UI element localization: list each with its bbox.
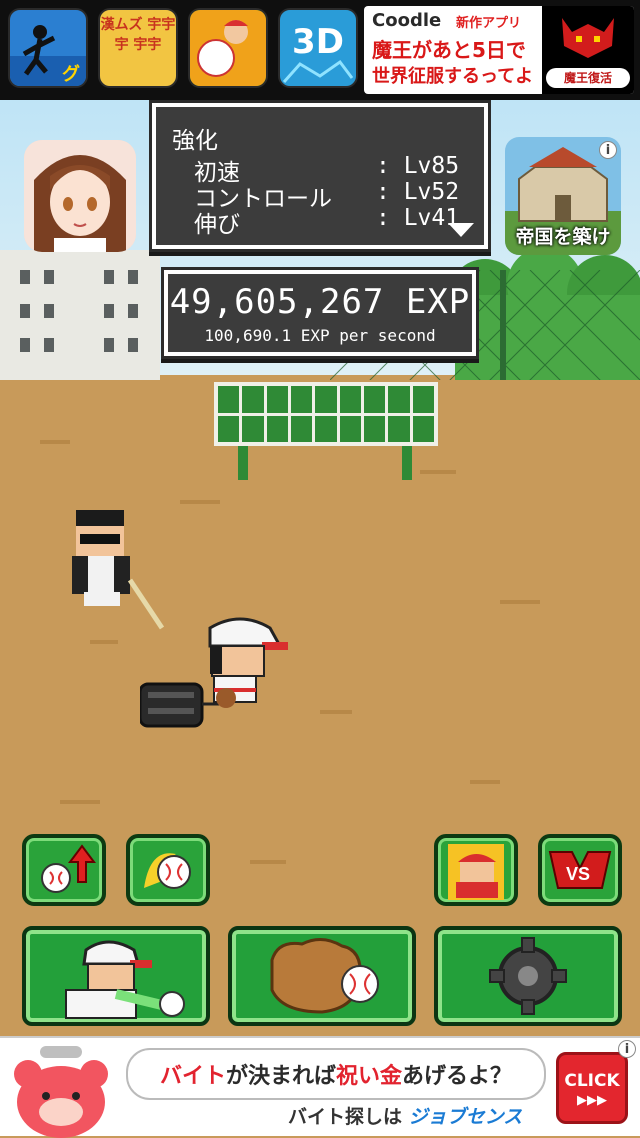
player-face-icon <box>448 844 504 900</box>
skill-level: : Lv85 <box>376 153 460 179</box>
ad-headline-d: あげるよ？ <box>402 1064 513 1089</box>
pitcher-icon <box>65 940 185 1019</box>
skill-level: : Lv41 <box>376 205 460 231</box>
anime-girl-ad[interactable] <box>24 140 136 252</box>
fire-ball-icon <box>144 853 191 889</box>
top-ad-strip: グ 漢ムズ 宇宇宇 宇宇 3D Coodle 新作アプリ 魔王があと5日で 世界… <box>0 0 640 100</box>
ad-headline: バイト が決まれば 祝い金 あげるよ？ <box>126 1048 546 1100</box>
ball-up-arrow-icon <box>41 844 96 893</box>
exp-panel: 49,605,267 EXP 100,690.1 EXP per second <box>164 270 476 356</box>
svg-text:グ: グ <box>62 63 80 85</box>
banner-badge: 魔王復活 <box>546 68 630 88</box>
empire-game-ad[interactable]: i 帝国を築け <box>505 137 621 255</box>
versus-icon: VS <box>548 851 612 889</box>
baseball-player-icon <box>190 10 266 86</box>
glove-ball-icon <box>270 938 379 1014</box>
empire-ad-label: 帝国を築け <box>515 226 611 248</box>
app-icon-2[interactable]: 漢ムズ 宇宇宇 宇宇 <box>98 8 178 88</box>
gear-icon <box>489 937 567 1015</box>
svg-text:VS: VS <box>566 864 590 884</box>
expand-arrow-icon[interactable] <box>448 223 474 237</box>
upgrade-button[interactable] <box>22 834 106 906</box>
app-icon-3[interactable] <box>188 8 268 88</box>
skill-row: 伸び : Lv41 <box>194 205 459 238</box>
pitch-button[interactable] <box>22 926 210 1026</box>
bottom-ad-info-icon[interactable]: i <box>618 1040 636 1058</box>
anime-girl-icon <box>24 140 136 252</box>
ad-headline-b: が決まれば <box>225 1064 336 1089</box>
ad-subline: バイト探しは ジョブセンス <box>288 1102 522 1129</box>
app-icon-2-label: 漢ムズ 宇宇宇 宇宇 <box>100 17 176 53</box>
ad-headline-c: 祝い金 <box>336 1064 403 1089</box>
banner-line1: 魔王があと5日で <box>372 38 526 62</box>
settings-button[interactable] <box>434 926 622 1026</box>
ad-banner[interactable]: Coodle 新作アプリ 魔王があと5日で 世界征服するってよ 魔王復活 <box>364 6 634 94</box>
skill-row: 初速 : Lv85 <box>194 153 459 186</box>
skill-row: コントロール : Lv52 <box>194 179 459 212</box>
ad-click-arrows-icon: ▶▶▶ <box>577 1093 607 1108</box>
bottom-ad[interactable]: バイト が決まれば 祝い金 あげるよ？ バイト探しは ジョブセンス CLICK … <box>0 1036 640 1138</box>
banner-line2: 世界征服するってよ <box>372 66 534 87</box>
skill-name: 伸び <box>194 212 240 238</box>
fire-ball-button[interactable] <box>126 834 210 906</box>
demon-king-image: 魔王復活 <box>542 6 634 94</box>
ad-sub-text: バイト探しは <box>288 1106 403 1128</box>
exp-rate: 100,690.1 EXP per second <box>204 326 436 345</box>
demon-icon <box>562 18 614 58</box>
ad-brand: ジョブセンス <box>408 1106 523 1128</box>
exp-total: 49,605,267 EXP <box>169 282 471 322</box>
scoreboard-post-right <box>402 446 412 480</box>
player-button[interactable] <box>434 834 518 906</box>
app-icon-4[interactable]: 3D <box>278 8 358 88</box>
player-character[interactable] <box>140 612 290 732</box>
ad-click-button[interactable]: CLICK ▶▶▶ <box>556 1052 628 1124</box>
scoreboard <box>214 382 438 446</box>
stickman-icon: グ <box>10 25 86 86</box>
banner-tag: 新作アプリ <box>456 16 522 31</box>
ad-headline-a: バイト <box>159 1064 226 1089</box>
catch-button[interactable] <box>228 926 416 1026</box>
empire-ad-info-icon[interactable]: i <box>599 141 617 159</box>
app-icon-1[interactable]: グ <box>8 8 88 88</box>
bear-mascot-icon <box>14 1046 108 1138</box>
maze-icon <box>282 59 354 83</box>
skill-panel-title: 強化 <box>172 128 218 154</box>
skill-panel[interactable]: 強化 初速 : Lv85 コントロール : Lv52 伸び : Lv41 <box>152 103 488 249</box>
skill-level: : Lv52 <box>376 179 460 205</box>
ad-click-label: CLICK <box>564 1071 620 1091</box>
banner-brand: Coodle <box>372 10 442 31</box>
versus-button[interactable]: VS <box>538 834 622 906</box>
scoreboard-post-left <box>238 446 248 480</box>
